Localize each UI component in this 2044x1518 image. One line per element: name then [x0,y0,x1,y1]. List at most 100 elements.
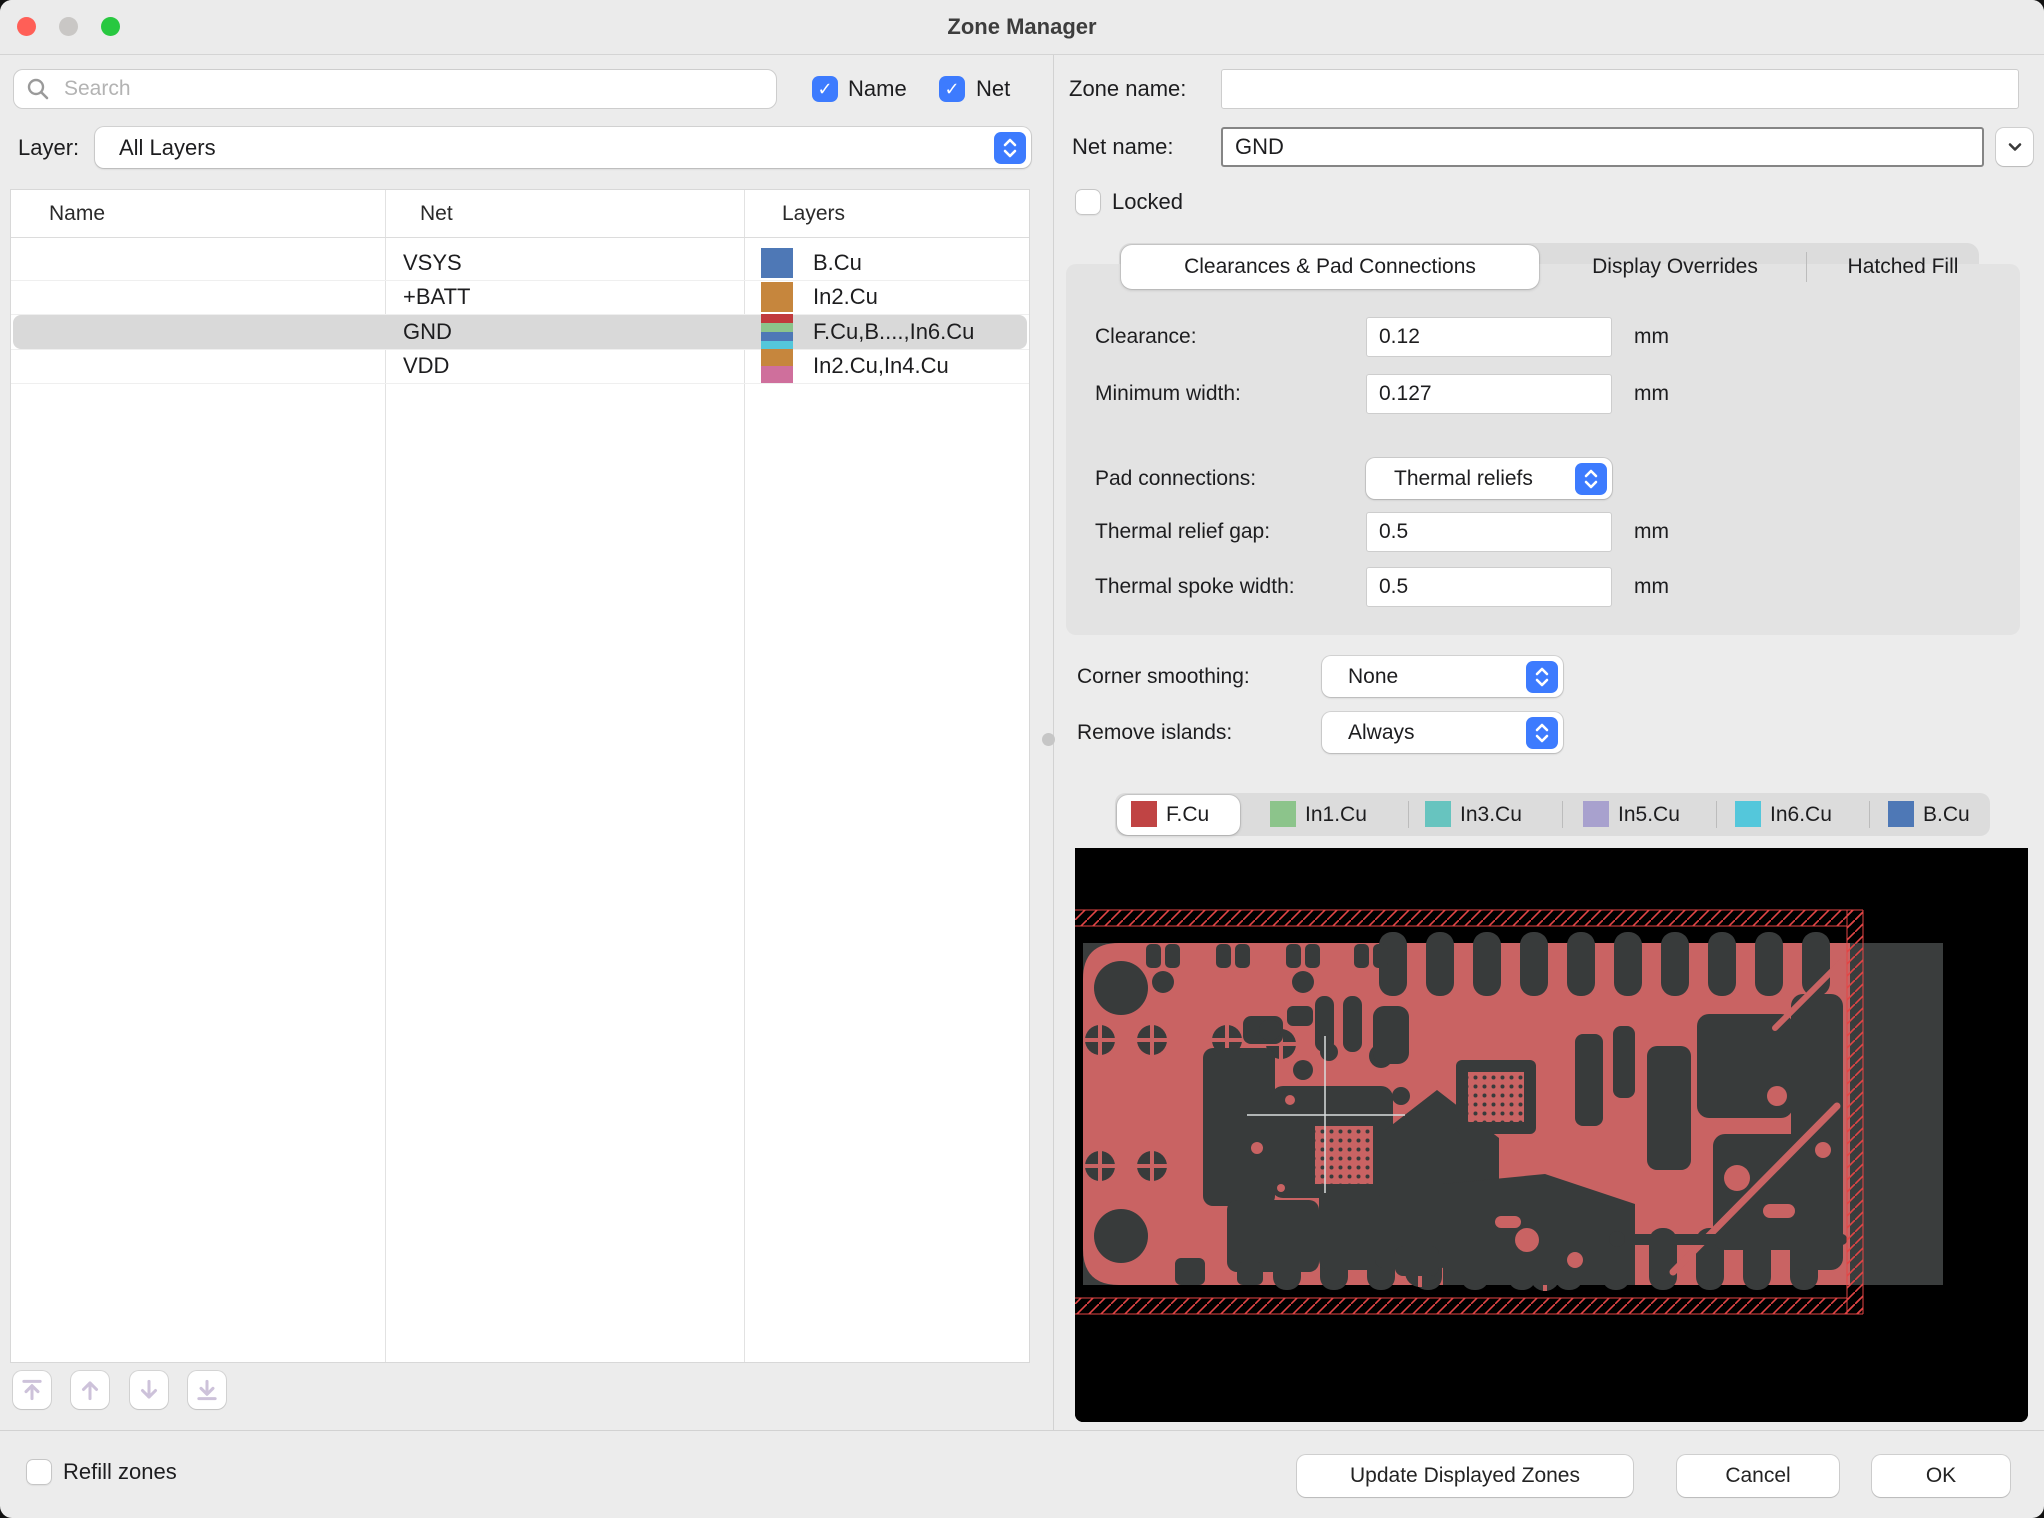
table-row-batt[interactable]: +BATT In2.Cu [13,280,1027,314]
name-filter-checkbox[interactable]: ✓ [812,76,838,102]
column-header-net[interactable]: Net [420,190,453,237]
tab-display-overrides[interactable]: Display Overrides [1563,245,1787,289]
thermal-spoke-width-label: Thermal spoke width: [1095,567,1295,607]
layer-color-swatches [761,314,793,350]
layer-tab-separator [1562,801,1563,828]
layer-tab-separator [1716,801,1717,828]
net-name-dropdown-button[interactable] [1996,128,2033,166]
layer-tab-label-bcu[interactable]: B.Cu [1923,793,1970,836]
popup-stepper-icon [1526,661,1558,693]
layer-swatch [761,282,793,312]
move-down-button[interactable] [130,1371,168,1409]
layer-filter-label: Layer: [18,128,79,168]
cell-net: VDD [403,349,449,383]
move-up-button[interactable] [71,1371,109,1409]
pad-connections-value: Thermal reliefs [1394,467,1533,491]
layer-tab-label-in1cu[interactable]: In1.Cu [1305,793,1367,836]
zone-name-input[interactable] [1221,69,2019,109]
layer-color-swatches [761,248,793,278]
minimum-width-unit: mm [1634,374,1669,414]
pad-connections-label: Pad connections: [1095,458,1256,499]
popup-stepper-icon [994,132,1026,164]
cell-net: +BATT [403,280,470,314]
layer-color-swatch-in6cu [1735,801,1761,827]
cancel-button[interactable]: Cancel [1677,1455,1839,1497]
layer-tab-label-in3cu[interactable]: In3.Cu [1460,793,1522,836]
move-to-bottom-button[interactable] [188,1371,226,1409]
update-displayed-zones-button[interactable]: Update Displayed Zones [1297,1455,1633,1497]
tab-hatched-fill[interactable]: Hatched Fill [1824,245,1982,289]
footer-divider [0,1430,2044,1431]
clearance-input[interactable]: 0.12 [1366,317,1612,357]
clearance-unit: mm [1634,317,1669,357]
net-name-input[interactable]: GND [1221,127,1984,167]
zone-list-table: Name Net Layers VSYS B.Cu +BATT In2.CuGNDF.… [10,189,1030,1363]
refill-zones-checkbox[interactable] [26,1459,52,1485]
layer-swatch [761,332,793,341]
corner-smoothing-popup[interactable]: None [1322,656,1563,697]
popup-stepper-icon [1575,463,1607,495]
cell-net: VSYS [403,246,462,280]
cell-layers: F.Cu,B....,In6.Cu [813,315,974,349]
thermal-relief-gap-value: 0.5 [1379,520,1408,544]
cell-layers: In2.Cu [813,280,878,314]
minimum-width-input[interactable]: 0.127 [1366,374,1612,414]
search-input[interactable]: Search [13,69,777,109]
ok-button[interactable]: OK [1872,1455,2010,1497]
preview-layer-tab-strip [1115,793,1990,836]
table-row-vsys[interactable]: VSYS B.Cu [13,246,1027,280]
column-header-layers[interactable]: Layers [782,190,845,237]
cell-layers: In2.Cu,In4.Cu [813,349,949,383]
thermal-relief-gap-input[interactable]: 0.5 [1366,512,1612,552]
locked-checkbox[interactable] [1075,189,1101,215]
layer-tab-separator [1869,801,1870,828]
layer-color-swatch-in3cu [1425,801,1451,827]
thermal-relief-gap-label: Thermal relief gap: [1095,512,1270,552]
zone-manager-window: Zone Manager Search ✓ Name ✓ Net Layer: … [0,0,2044,1518]
layer-color-swatch-fcu [1131,801,1157,827]
clearance-label: Clearance: [1095,317,1197,357]
pcb-preview-canvas[interactable] [1075,848,2028,1422]
column-header-name[interactable]: Name [49,190,105,237]
remove-islands-popup[interactable]: Always [1322,712,1563,753]
move-to-top-icon [19,1377,45,1403]
move-down-icon [136,1377,162,1403]
remove-islands-value: Always [1348,721,1415,745]
layer-color-swatch-bcu [1888,801,1914,827]
chevron-down-icon [2005,137,2025,157]
layer-tab-label-in6cu[interactable]: In6.Cu [1770,793,1832,836]
table-row-gnd[interactable]: GNDF.Cu,B....,In6.Cu [13,315,1027,349]
clearance-value: 0.12 [1379,325,1420,349]
net-filter-label: Net [976,70,1010,108]
corner-smoothing-label: Corner smoothing: [1077,656,1250,697]
layer-swatch [761,323,793,332]
search-placeholder: Search [64,77,131,101]
layer-swatch [761,366,793,383]
thermal-relief-gap-unit: mm [1634,512,1669,552]
layer-tab-label-fcu[interactable]: F.Cu [1166,793,1209,836]
table-row-vdd[interactable]: VDD In2.Cu,In4.Cu [13,349,1027,383]
search-icon [26,77,50,101]
pcb-copper-preview [1075,848,2028,1422]
layer-tab-separator [1408,801,1409,828]
tab-clearances-label[interactable]: Clearances & Pad Connections [1121,245,1539,289]
pad-connections-popup[interactable]: Thermal reliefs [1366,458,1612,499]
net-name-label: Net name: [1072,127,1174,167]
layer-filter-popup[interactable]: All Layers [95,127,1031,168]
minimum-width-value: 0.127 [1379,382,1432,406]
layer-tab-label-in5cu[interactable]: In5.Cu [1618,793,1680,836]
remove-islands-label: Remove islands: [1077,712,1232,753]
move-to-top-button[interactable] [13,1371,51,1409]
layer-color-swatches [761,282,793,312]
net-name-value: GND [1235,134,1284,160]
layer-filter-value: All Layers [119,135,216,161]
net-filter-checkbox[interactable]: ✓ [939,76,965,102]
window-title: Zone Manager [0,0,2044,54]
layer-swatch [761,248,793,278]
splitter-handle[interactable] [1042,733,1055,746]
zone-name-label: Zone name: [1069,69,1186,109]
cell-layers: B.Cu [813,246,862,280]
move-up-icon [77,1377,103,1403]
name-filter-label: Name [848,70,907,108]
thermal-spoke-width-input[interactable]: 0.5 [1366,567,1612,607]
